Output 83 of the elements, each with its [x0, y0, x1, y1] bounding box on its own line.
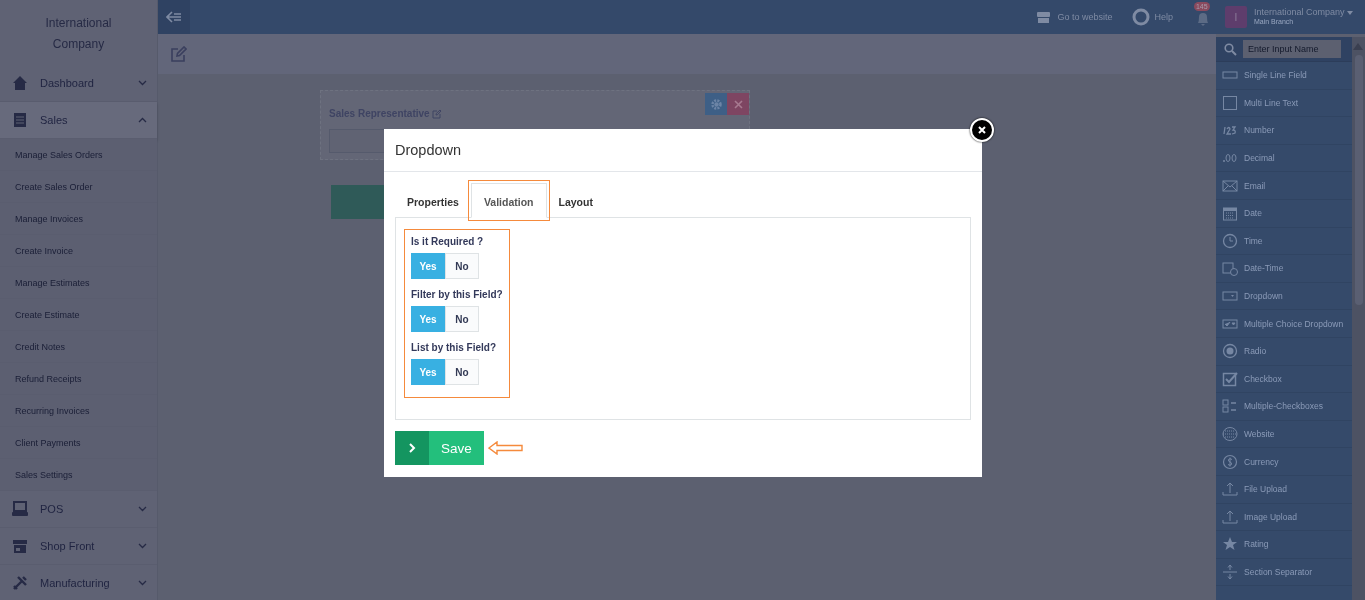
dollar-icon — [1222, 453, 1238, 470]
palette-item[interactable]: Image Upload — [1216, 503, 1352, 532]
palette-item[interactable]: Multi Line Text — [1216, 89, 1352, 118]
globe-icon — [1222, 426, 1238, 442]
remove-button[interactable] — [727, 93, 749, 115]
chevron-up-icon — [138, 117, 147, 123]
checklist-icon — [1222, 398, 1238, 415]
radio-icon — [1222, 343, 1238, 360]
button[interactable] — [331, 185, 384, 219]
tools-icon — [11, 574, 29, 592]
chevron-down-icon — [138, 580, 147, 586]
palette-item[interactable]: Currency — [1216, 448, 1352, 476]
toggle-option[interactable]: No — [445, 359, 479, 385]
caret-icon — [1347, 11, 1353, 15]
help-link[interactable]: Help — [1154, 12, 1173, 22]
gear-icon — [710, 98, 722, 110]
palette-item[interactable]: Section Separator — [1216, 558, 1352, 587]
question-label: Is it Required ? — [411, 236, 485, 247]
go-to-website-link[interactable]: Go to website — [1057, 12, 1113, 22]
toggle-option[interactable]: No — [445, 253, 479, 279]
chevron-down-icon — [138, 506, 147, 512]
toggle-option[interactable]: No — [445, 306, 479, 332]
palette-item[interactable]: Radio — [1216, 337, 1352, 366]
palette-item[interactable]: Rating — [1216, 531, 1352, 559]
upload-icon — [1222, 508, 1238, 525]
palette-item[interactable]: Date-Time — [1216, 255, 1352, 283]
palette-item[interactable]: Checkbox — [1216, 365, 1352, 394]
company-name: International Company — [44, 15, 113, 53]
edit-icon[interactable] — [170, 45, 187, 63]
home-icon — [11, 74, 29, 92]
question-label: List by this Field? — [411, 342, 497, 353]
textarea-icon — [1222, 94, 1238, 111]
palette-item[interactable]: Multiple Choice Dropdown — [1216, 310, 1352, 338]
store-icon — [11, 537, 29, 555]
calendar-icon — [1222, 205, 1238, 222]
chevron-down-icon — [138, 543, 147, 549]
tab[interactable]: Validation — [470, 183, 547, 218]
question-label: Filter by this Field? — [411, 289, 503, 300]
palette-item[interactable]: Dropdown — [1216, 282, 1352, 311]
edit-icon[interactable] — [431, 108, 442, 119]
store-icon — [1037, 11, 1051, 23]
lifebuoy-icon — [1132, 8, 1151, 26]
computer-icon — [11, 500, 29, 518]
palette-item[interactable]: File Upload — [1216, 475, 1352, 504]
palette-item[interactable]: Website — [1216, 420, 1352, 449]
close-icon — [978, 126, 986, 134]
upload-icon — [1222, 481, 1238, 498]
palette-item[interactable]: Number — [1216, 117, 1352, 145]
settings-button[interactable] — [705, 93, 727, 115]
tab[interactable]: Layout — [546, 184, 605, 218]
back-arrow-icon — [166, 11, 182, 23]
sidebar-item[interactable]: Sales — [0, 102, 157, 139]
calendar-clock-icon — [1222, 260, 1238, 277]
document-icon — [11, 111, 29, 129]
collapse-sidebar-button[interactable] — [158, 0, 190, 34]
arrow-icon — [488, 441, 523, 455]
chevron-right-icon — [408, 443, 416, 453]
scroll-up-icon[interactable] — [1353, 43, 1363, 50]
tab[interactable]: Properties — [395, 184, 471, 218]
checkbox-icon — [1222, 370, 1238, 387]
search-icon — [1224, 42, 1237, 56]
sidebar-item[interactable]: POS — [0, 491, 157, 528]
sidebar-item[interactable]: Manufacturing — [0, 565, 157, 600]
palette-item[interactable]: Decimal — [1216, 144, 1352, 173]
palette-item[interactable]: Multiple-Checkboxes — [1216, 393, 1352, 421]
palette-item[interactable]: Single Line Field — [1216, 62, 1352, 90]
toggle-option[interactable]: Yes — [411, 253, 445, 279]
chevron-down-icon — [138, 80, 147, 86]
sidebar-item[interactable]: Shop Front — [0, 528, 157, 565]
account-name[interactable]: International Company — [1253, 7, 1353, 17]
palette-item[interactable]: Date — [1216, 199, 1352, 228]
envelope-icon — [1222, 177, 1238, 194]
bell-icon[interactable] — [1195, 11, 1210, 27]
palette-item[interactable]: Time — [1216, 227, 1352, 256]
toggle-option[interactable]: Yes — [411, 359, 445, 385]
close-icon — [733, 99, 743, 109]
save-button[interactable]: Save — [395, 431, 484, 465]
search-field[interactable]: Enter Input Name — [1243, 40, 1341, 58]
toggle-option[interactable]: Yes — [411, 306, 445, 332]
separator-icon — [1222, 564, 1238, 580]
close-button[interactable] — [970, 118, 994, 142]
palette-item[interactable]: Email — [1216, 172, 1352, 200]
clock-icon — [1222, 232, 1238, 249]
